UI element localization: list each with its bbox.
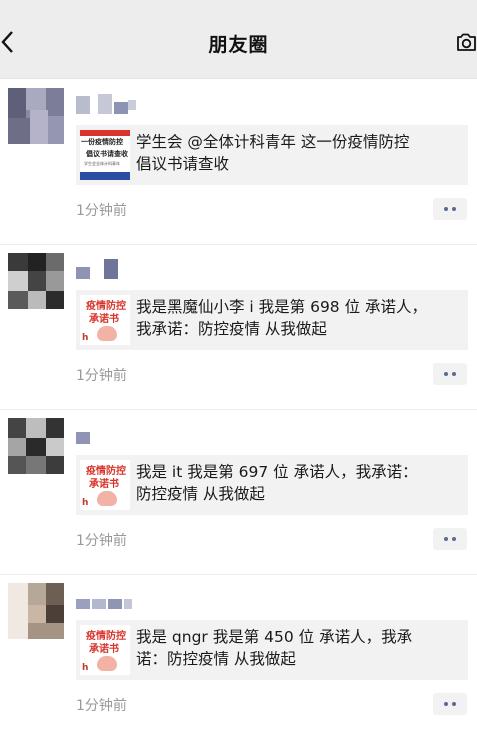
post-time: 1分钟前 <box>76 698 127 714</box>
user-name[interactable] <box>76 422 146 444</box>
post-time: 1分钟前 <box>76 533 127 549</box>
avatar[interactable] <box>8 253 64 309</box>
link-thumbnail: 疫情防控 承诺书 h <box>80 625 130 675</box>
page-title: 朋友圈 <box>208 34 269 56</box>
post-time: 1分钟前 <box>76 368 127 384</box>
user-name[interactable] <box>76 257 146 279</box>
dot-icon <box>444 702 448 706</box>
dot-icon <box>452 537 456 541</box>
link-thumbnail: 疫情防控 承诺书 h <box>80 295 130 345</box>
post-time: 1分钟前 <box>76 203 127 219</box>
user-name[interactable] <box>76 92 146 114</box>
link-title: 我是 qngr 我是第 450 位 承诺人，我承 诺：防控疫情 从我做起 <box>136 628 413 668</box>
link-title: 我是 it 我是第 697 位 承诺人，我承诺： 防控疫情 从我做起 <box>136 463 418 503</box>
camera-icon[interactable] <box>453 30 477 54</box>
avatar[interactable] <box>8 88 64 144</box>
link-title: 学生会 @全体计科青年 这一份疫情防控 倡议书请查收 <box>136 133 410 173</box>
dot-icon <box>452 207 456 211</box>
dot-icon <box>444 372 448 376</box>
more-actions-button[interactable] <box>433 693 467 715</box>
avatar[interactable] <box>8 583 64 639</box>
moment-post: 疫情防控 承诺书 h 我是 qngr 我是第 450 位 承诺人，我承 诺：防控… <box>0 575 477 740</box>
more-actions-button[interactable] <box>433 198 467 220</box>
moment-post: 疫情防控 承诺书 h 我是 it 我是第 697 位 承诺人，我承诺： 防控疫情… <box>0 410 477 575</box>
shared-link-card[interactable]: 疫情防控 承诺书 h 我是黑魔仙小李 i 我是第 698 位 承诺人， 我承诺：… <box>76 290 468 350</box>
shared-link-card[interactable]: 疫情防控 承诺书 h 我是 it 我是第 697 位 承诺人，我承诺： 防控疫情… <box>76 455 468 515</box>
link-thumbnail: 疫情防控 承诺书 h <box>80 460 130 510</box>
user-name[interactable] <box>76 587 146 609</box>
dot-icon <box>444 537 448 541</box>
more-actions-button[interactable] <box>433 528 467 550</box>
avatar[interactable] <box>8 418 64 474</box>
moment-post: 疫情防控 承诺书 h 我是黑魔仙小李 i 我是第 698 位 承诺人， 我承诺：… <box>0 245 477 410</box>
more-actions-button[interactable] <box>433 363 467 385</box>
link-thumbnail: 一份疫情防控 倡议书请查收 学生会全体计科青年 <box>80 130 130 180</box>
dot-icon <box>444 207 448 211</box>
shared-link-card[interactable]: 一份疫情防控 倡议书请查收 学生会全体计科青年 学生会 @全体计科青年 这一份疫… <box>76 125 468 185</box>
moment-post: 一份疫情防控 倡议书请查收 学生会全体计科青年 学生会 @全体计科青年 这一份疫… <box>0 80 477 245</box>
top-bar: 朋友圈 <box>0 0 477 79</box>
shared-link-card[interactable]: 疫情防控 承诺书 h 我是 qngr 我是第 450 位 承诺人，我承 诺：防控… <box>76 620 468 680</box>
dot-icon <box>452 372 456 376</box>
link-title: 我是黑魔仙小李 i 我是第 698 位 承诺人， 我承诺：防控疫情 从我做起 <box>136 298 428 338</box>
dot-icon <box>452 702 456 706</box>
